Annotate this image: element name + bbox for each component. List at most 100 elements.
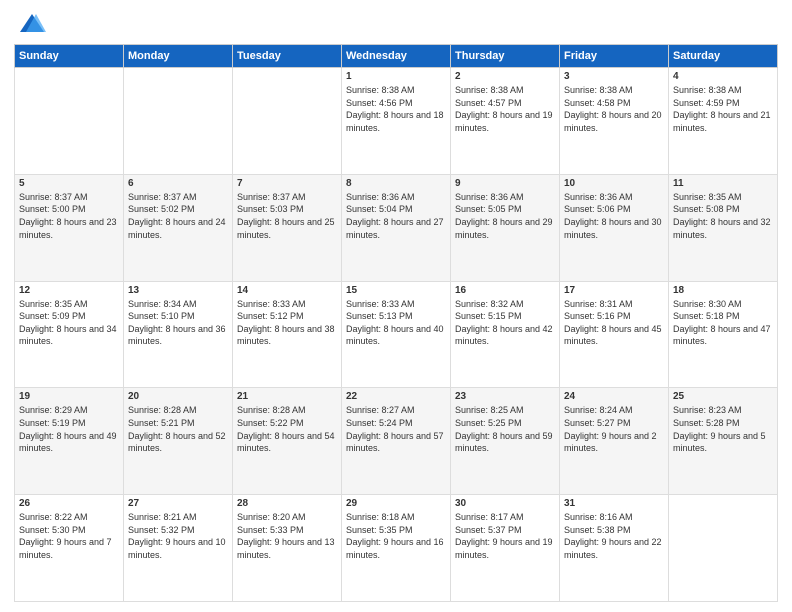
day-number: 16	[455, 285, 555, 296]
day-number: 12	[19, 285, 119, 296]
day-info: Sunrise: 8:16 AMSunset: 5:38 PMDaylight:…	[564, 511, 664, 561]
logo-icon	[18, 10, 46, 38]
day-info: Sunrise: 8:37 AMSunset: 5:03 PMDaylight:…	[237, 191, 337, 241]
day-number: 6	[128, 178, 228, 189]
calendar-cell: 13 Sunrise: 8:34 AMSunset: 5:10 PMDayligh…	[124, 281, 233, 388]
calendar-cell: 29 Sunrise: 8:18 AMSunset: 5:35 PMDayligh…	[342, 495, 451, 602]
day-info: Sunrise: 8:37 AMSunset: 5:00 PMDaylight:…	[19, 191, 119, 241]
calendar-cell: 1Sunrise: 8:38 AMSunset: 4:56 PMDaylight…	[342, 68, 451, 175]
calendar-cell: 11 Sunrise: 8:35 AMSunset: 5:08 PMDayligh…	[669, 174, 778, 281]
day-number: 30	[455, 498, 555, 509]
day-info: Sunrise: 8:18 AMSunset: 5:35 PMDaylight:…	[346, 511, 446, 561]
day-info: Sunrise: 8:28 AMSunset: 5:22 PMDaylight:…	[237, 404, 337, 454]
logo	[14, 10, 46, 38]
day-info: Sunrise: 8:38 AMSunset: 4:57 PMDaylight:…	[455, 84, 555, 134]
header	[14, 10, 778, 38]
day-info: Sunrise: 8:33 AMSunset: 5:13 PMDaylight:…	[346, 298, 446, 348]
calendar-table: SundayMondayTuesdayWednesdayThursdayFrid…	[14, 44, 778, 602]
weekday-header: Saturday	[669, 45, 778, 68]
calendar-cell: 25 Sunrise: 8:23 AMSunset: 5:28 PMDayligh…	[669, 388, 778, 495]
day-info: Sunrise: 8:21 AMSunset: 5:32 PMDaylight:…	[128, 511, 228, 561]
day-info: Sunrise: 8:25 AMSunset: 5:25 PMDaylight:…	[455, 404, 555, 454]
weekday-header: Tuesday	[233, 45, 342, 68]
day-number: 18	[673, 285, 773, 296]
day-number: 21	[237, 391, 337, 402]
calendar-cell: 27 Sunrise: 8:21 AMSunset: 5:32 PMDayligh…	[124, 495, 233, 602]
day-number: 8	[346, 178, 446, 189]
calendar-week-row: 1Sunrise: 8:38 AMSunset: 4:56 PMDaylight…	[15, 68, 778, 175]
calendar-cell: 5 Sunrise: 8:37 AMSunset: 5:00 PMDaylight…	[15, 174, 124, 281]
day-number: 19	[19, 391, 119, 402]
calendar-cell: 7 Sunrise: 8:37 AMSunset: 5:03 PMDaylight…	[233, 174, 342, 281]
day-number: 23	[455, 391, 555, 402]
calendar-cell: 20Sunrise: 8:28 AMSunset: 5:21 PMDayligh…	[124, 388, 233, 495]
calendar-cell: 4Sunrise: 8:38 AMSunset: 4:59 PMDaylight…	[669, 68, 778, 175]
day-number: 9	[455, 178, 555, 189]
calendar-cell: 17 Sunrise: 8:31 AMSunset: 5:16 PMDayligh…	[560, 281, 669, 388]
day-info: Sunrise: 8:35 AMSunset: 5:08 PMDaylight:…	[673, 191, 773, 241]
day-number: 10	[564, 178, 664, 189]
day-info: Sunrise: 8:27 AMSunset: 5:24 PMDaylight:…	[346, 404, 446, 454]
day-number: 7	[237, 178, 337, 189]
day-number: 5	[19, 178, 119, 189]
calendar-cell: 21 Sunrise: 8:28 AMSunset: 5:22 PMDayligh…	[233, 388, 342, 495]
calendar-cell	[124, 68, 233, 175]
day-number: 26	[19, 498, 119, 509]
day-info: Sunrise: 8:36 AMSunset: 5:04 PMDaylight:…	[346, 191, 446, 241]
day-info: Sunrise: 8:29 AMSunset: 5:19 PMDaylight:…	[19, 404, 119, 454]
calendar-cell: 28Sunrise: 8:20 AMSunset: 5:33 PMDayligh…	[233, 495, 342, 602]
day-number: 13	[128, 285, 228, 296]
calendar-week-row: 26 Sunrise: 8:22 AMSunset: 5:30 PMDayligh…	[15, 495, 778, 602]
day-info: Sunrise: 8:38 AMSunset: 4:59 PMDaylight:…	[673, 84, 773, 134]
day-info: Sunrise: 8:37 AMSunset: 5:02 PMDaylight:…	[128, 191, 228, 241]
day-info: Sunrise: 8:24 AMSunset: 5:27 PMDaylight:…	[564, 404, 664, 454]
calendar-cell: 24 Sunrise: 8:24 AMSunset: 5:27 PMDayligh…	[560, 388, 669, 495]
calendar-cell: 30Sunrise: 8:17 AMSunset: 5:37 PMDayligh…	[451, 495, 560, 602]
calendar-week-row: 19 Sunrise: 8:29 AMSunset: 5:19 PMDayligh…	[15, 388, 778, 495]
day-number: 1	[346, 71, 446, 82]
day-number: 24	[564, 391, 664, 402]
weekday-header: Friday	[560, 45, 669, 68]
calendar-cell: 14Sunrise: 8:33 AMSunset: 5:12 PMDayligh…	[233, 281, 342, 388]
calendar-cell	[669, 495, 778, 602]
calendar-cell: 8 Sunrise: 8:36 AMSunset: 5:04 PMDaylight…	[342, 174, 451, 281]
day-info: Sunrise: 8:35 AMSunset: 5:09 PMDaylight:…	[19, 298, 119, 348]
day-info: Sunrise: 8:36 AMSunset: 5:05 PMDaylight:…	[455, 191, 555, 241]
calendar-cell: 31 Sunrise: 8:16 AMSunset: 5:38 PMDayligh…	[560, 495, 669, 602]
weekday-header: Monday	[124, 45, 233, 68]
day-number: 27	[128, 498, 228, 509]
day-number: 28	[237, 498, 337, 509]
weekday-header: Sunday	[15, 45, 124, 68]
day-info: Sunrise: 8:22 AMSunset: 5:30 PMDaylight:…	[19, 511, 119, 561]
day-info: Sunrise: 8:34 AMSunset: 5:10 PMDaylight:…	[128, 298, 228, 348]
calendar-cell: 19 Sunrise: 8:29 AMSunset: 5:19 PMDayligh…	[15, 388, 124, 495]
calendar-cell: 10Sunrise: 8:36 AMSunset: 5:06 PMDayligh…	[560, 174, 669, 281]
weekday-header-row: SundayMondayTuesdayWednesdayThursdayFrid…	[15, 45, 778, 68]
day-number: 31	[564, 498, 664, 509]
day-info: Sunrise: 8:28 AMSunset: 5:21 PMDaylight:…	[128, 404, 228, 454]
calendar-cell: 18 Sunrise: 8:30 AMSunset: 5:18 PMDayligh…	[669, 281, 778, 388]
calendar-week-row: 12 Sunrise: 8:35 AMSunset: 5:09 PMDayligh…	[15, 281, 778, 388]
day-number: 29	[346, 498, 446, 509]
weekday-header: Thursday	[451, 45, 560, 68]
day-number: 3	[564, 71, 664, 82]
calendar-cell: 26 Sunrise: 8:22 AMSunset: 5:30 PMDayligh…	[15, 495, 124, 602]
calendar-cell: 2 Sunrise: 8:38 AMSunset: 4:57 PMDaylight…	[451, 68, 560, 175]
calendar-cell	[15, 68, 124, 175]
weekday-header: Wednesday	[342, 45, 451, 68]
day-info: Sunrise: 8:31 AMSunset: 5:16 PMDaylight:…	[564, 298, 664, 348]
calendar-cell: 15Sunrise: 8:33 AMSunset: 5:13 PMDayligh…	[342, 281, 451, 388]
day-info: Sunrise: 8:23 AMSunset: 5:28 PMDaylight:…	[673, 404, 773, 454]
day-number: 2	[455, 71, 555, 82]
calendar-page: SundayMondayTuesdayWednesdayThursdayFrid…	[0, 0, 792, 612]
day-info: Sunrise: 8:33 AMSunset: 5:12 PMDaylight:…	[237, 298, 337, 348]
day-info: Sunrise: 8:30 AMSunset: 5:18 PMDaylight:…	[673, 298, 773, 348]
day-info: Sunrise: 8:38 AMSunset: 4:58 PMDaylight:…	[564, 84, 664, 134]
calendar-cell	[233, 68, 342, 175]
day-number: 25	[673, 391, 773, 402]
day-number: 17	[564, 285, 664, 296]
calendar-cell: 3 Sunrise: 8:38 AMSunset: 4:58 PMDaylight…	[560, 68, 669, 175]
calendar-cell: 12 Sunrise: 8:35 AMSunset: 5:09 PMDayligh…	[15, 281, 124, 388]
day-number: 22	[346, 391, 446, 402]
day-number: 11	[673, 178, 773, 189]
